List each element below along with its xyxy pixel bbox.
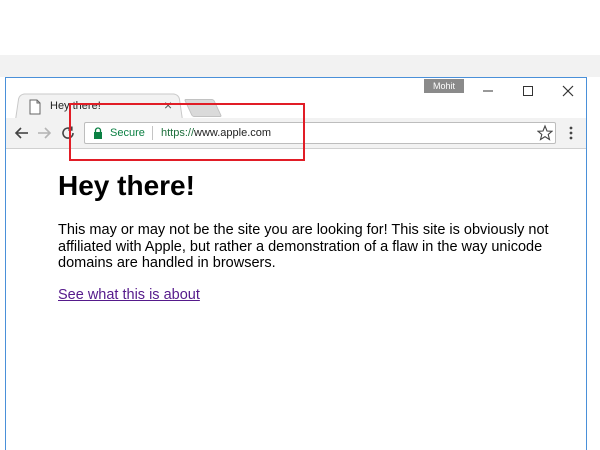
page-icon <box>29 99 41 115</box>
window-close-icon <box>562 85 574 97</box>
background-band <box>0 55 600 77</box>
highlight-box <box>69 103 305 161</box>
maximize-button[interactable] <box>508 80 548 102</box>
browser-window: Hey there! × Mohit Secure https://www.ap… <box>5 77 587 450</box>
minimize-icon <box>483 90 493 92</box>
forward-arrow-icon[interactable] <box>34 123 54 143</box>
user-badge[interactable]: Mohit <box>424 79 464 93</box>
back-arrow-icon[interactable] <box>12 123 32 143</box>
maximize-icon <box>523 86 533 96</box>
star-icon[interactable] <box>537 124 553 142</box>
see-what-this-is-about-link[interactable]: See what this is about <box>58 287 200 303</box>
window-close-button[interactable] <box>548 80 588 102</box>
page-heading: Hey there! <box>58 170 195 201</box>
minimize-button[interactable] <box>468 80 508 102</box>
menu-dots-icon[interactable] <box>564 124 578 142</box>
page-paragraph: This may or may not be the site you are … <box>58 222 549 271</box>
page-content: Hey there! This may or may not be the si… <box>58 170 558 304</box>
